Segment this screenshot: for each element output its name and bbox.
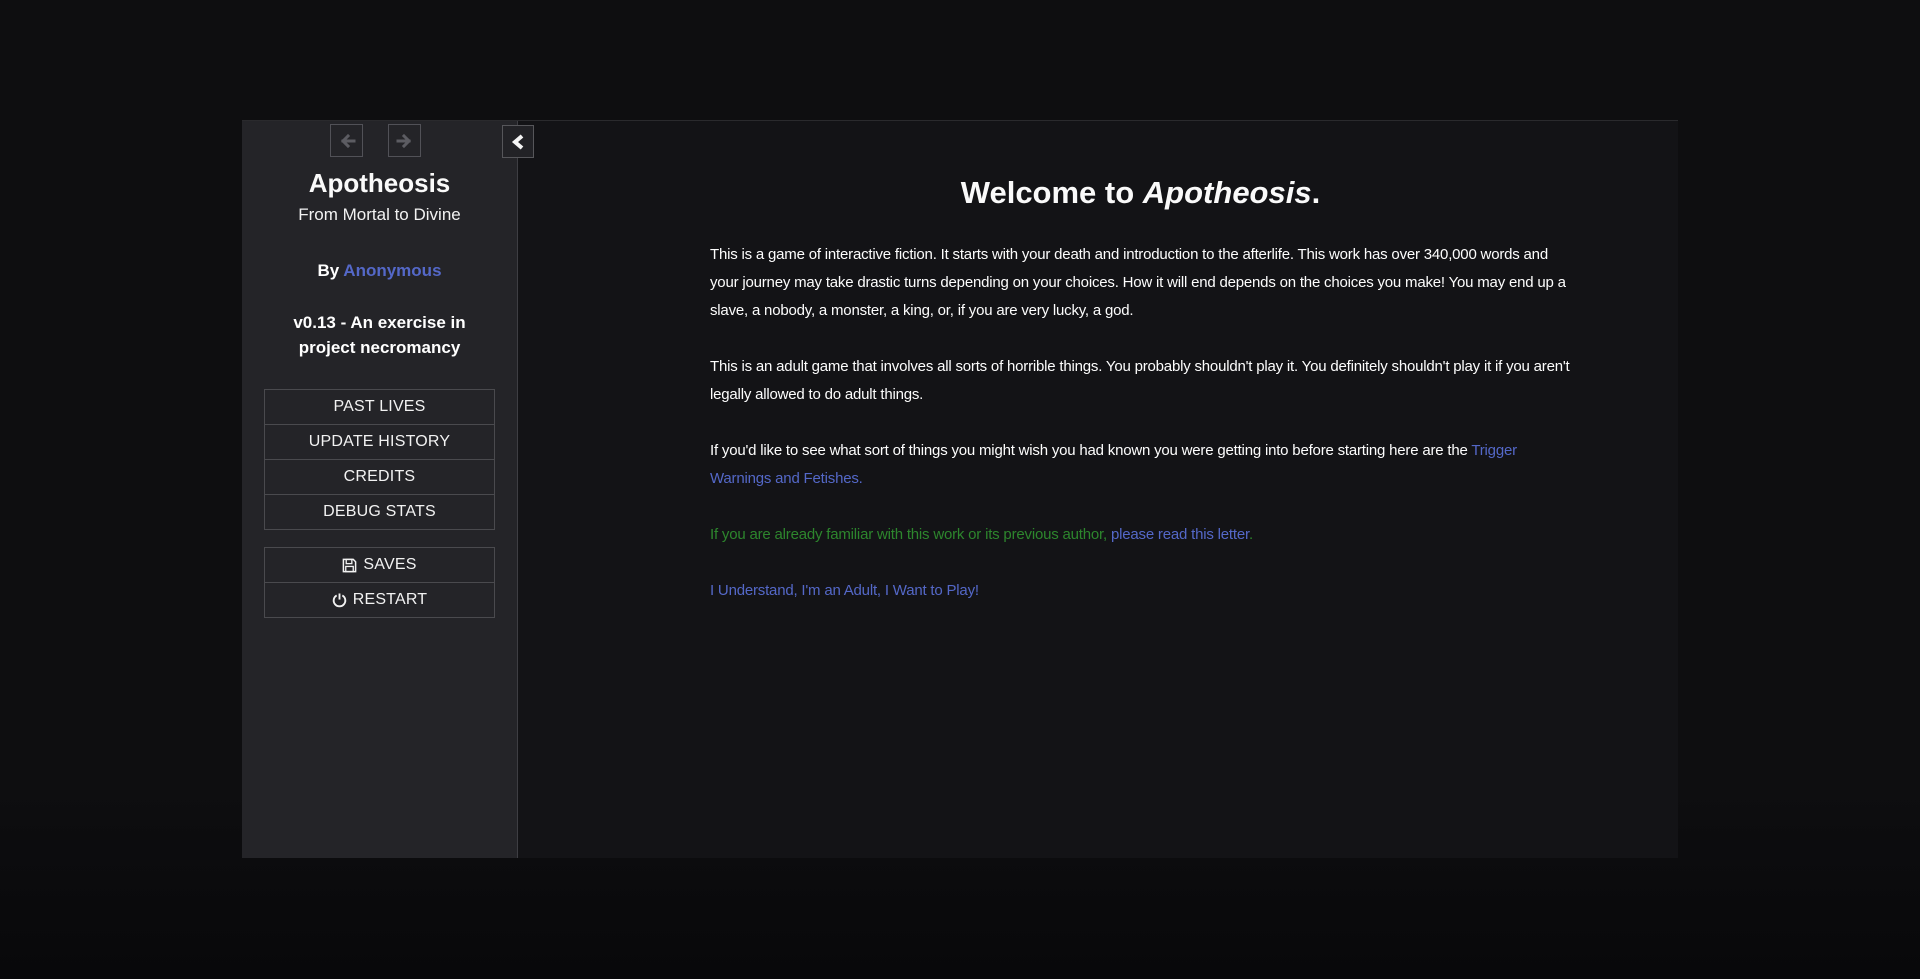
passage-link[interactable]: please read this letter: [1111, 526, 1249, 543]
page-background: { "colors": { "link": "#5468c8", "green"…: [0, 0, 1920, 979]
credits-button[interactable]: CREDITS: [264, 459, 495, 495]
passage-text: If you'd like to see what sort of things…: [710, 442, 1471, 459]
passage-text: This is an adult game that involves all …: [710, 358, 1570, 403]
saves-label: SAVES: [363, 556, 416, 574]
passage-paragraph: This is an adult game that involves all …: [710, 353, 1571, 409]
save-icon: [342, 558, 357, 573]
power-icon: [332, 593, 347, 608]
passage-green-text: .: [1249, 526, 1253, 543]
passage: Welcome to Apotheosis. This is a game of…: [710, 121, 1571, 605]
session-menu: SAVES RESTART: [264, 547, 495, 618]
passage-heading: Welcome to Apotheosis.: [710, 175, 1571, 211]
game-title: Apotheosis: [242, 168, 517, 199]
debug-stats-label: DEBUG STATS: [323, 503, 436, 521]
restart-button[interactable]: RESTART: [264, 582, 495, 618]
debug-stats-button[interactable]: DEBUG STATS: [264, 494, 495, 530]
passage-paragraph: If you are already familiar with this wo…: [710, 521, 1571, 549]
past-lives-label: PAST LIVES: [333, 398, 425, 416]
byline-prefix: By: [317, 261, 343, 280]
update-history-button[interactable]: UPDATE HISTORY: [264, 424, 495, 460]
passage-green-text: If you are already familiar with this wo…: [710, 526, 1111, 543]
history-forward-button[interactable]: [388, 124, 421, 157]
past-lives-button[interactable]: PAST LIVES: [264, 389, 495, 425]
heading-title-italic: Apotheosis: [1143, 175, 1312, 210]
passage-paragraph: I Understand, I'm an Adult, I Want to Pl…: [710, 577, 1571, 605]
chevron-left-icon: [511, 134, 525, 150]
sidebar-collapse-button[interactable]: [502, 125, 534, 158]
heading-suffix: .: [1312, 175, 1321, 210]
passage-paragraphs: This is a game of interactive fiction. I…: [710, 241, 1571, 605]
arrow-right-icon: [396, 132, 414, 150]
arrow-left-icon: [338, 132, 356, 150]
passage-paragraph: This is a game of interactive fiction. I…: [710, 241, 1571, 325]
passage-text: This is a game of interactive fiction. I…: [710, 246, 1566, 319]
author-link[interactable]: Anonymous: [343, 261, 441, 280]
credits-label: CREDITS: [344, 468, 416, 486]
update-history-label: UPDATE HISTORY: [309, 433, 451, 451]
version-note: v0.13 - An exercise in project necromanc…: [242, 310, 517, 360]
game-window: Apotheosis From Mortal to Divine By Anon…: [242, 120, 1678, 858]
history-nav: [242, 124, 517, 157]
byline: By Anonymous: [242, 261, 517, 280]
history-back-button[interactable]: [330, 124, 363, 157]
heading-prefix: Welcome to: [961, 175, 1143, 210]
passage-paragraph: If you'd like to see what sort of things…: [710, 437, 1571, 493]
game-subtitle: From Mortal to Divine: [242, 206, 517, 224]
restart-label: RESTART: [353, 591, 428, 609]
sidebar: Apotheosis From Mortal to Divine By Anon…: [242, 121, 518, 858]
sidebar-menu: PAST LIVES UPDATE HISTORY CREDITS DEBUG …: [264, 389, 495, 530]
story-area: Welcome to Apotheosis. This is a game of…: [518, 121, 1678, 858]
saves-button[interactable]: SAVES: [264, 547, 495, 583]
passage-link[interactable]: I Understand, I'm an Adult, I Want to Pl…: [710, 582, 979, 599]
